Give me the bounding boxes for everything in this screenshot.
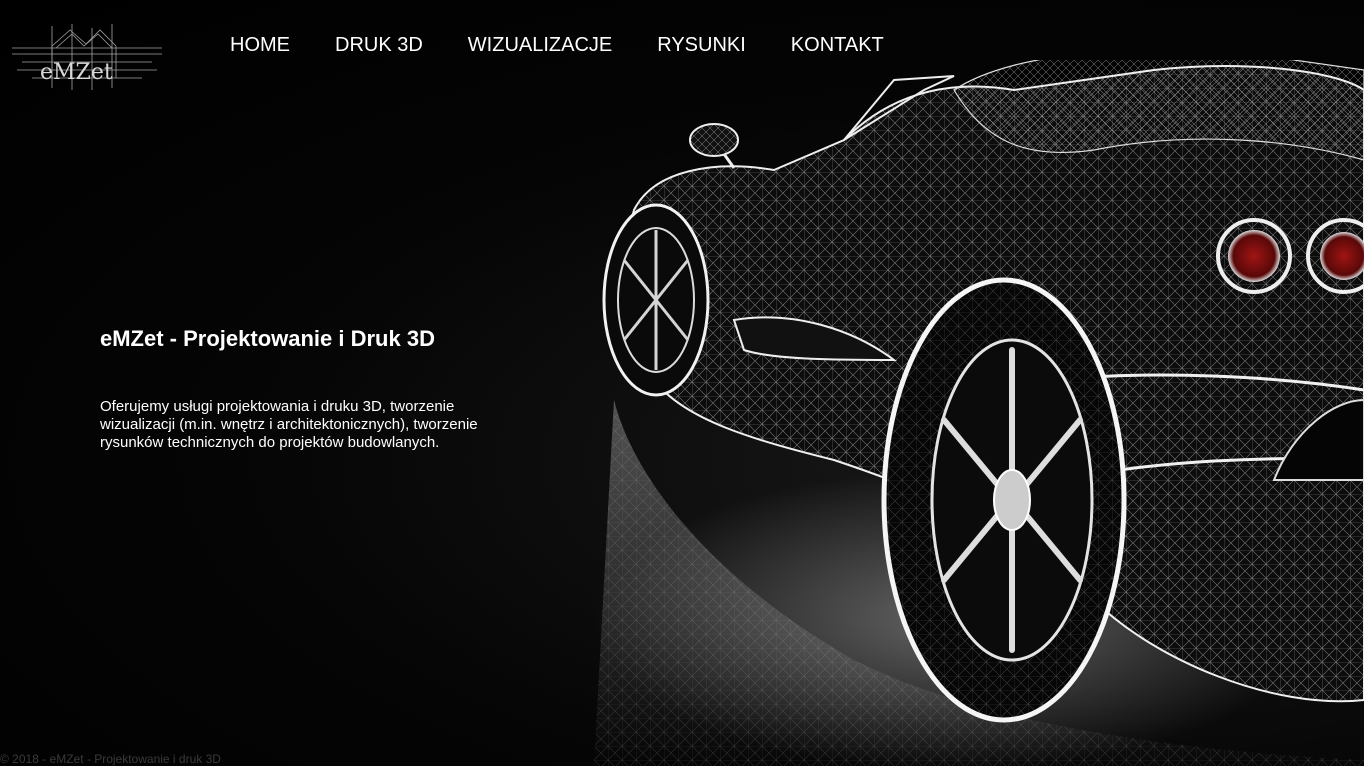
nav-item-home[interactable]: HOME — [230, 33, 290, 57]
logo[interactable]: eMZet — [12, 18, 162, 94]
main-nav: HOME DRUK 3D WIZUALIZACJE RYSUNKI KONTAK… — [230, 33, 929, 57]
page: eMZet HOME DRUK 3D WIZUALIZACJE RYSUNKI … — [0, 0, 1364, 766]
nav-item-druk-3d[interactable]: DRUK 3D — [335, 33, 423, 57]
hero-car-image — [594, 60, 1364, 766]
wireframe-sports-car-image — [594, 60, 1364, 766]
intro-text: Oferujemy usługi projektowania i druku 3… — [100, 398, 478, 451]
nav-item-wizualizacje[interactable]: WIZUALIZACJE — [468, 33, 612, 57]
logo-text: eMZet — [40, 60, 113, 85]
nav-item-rysunki[interactable]: RYSUNKI — [657, 33, 746, 57]
footer-copyright: © 2018 - eMZet - Projektowanie i druk 3D — [0, 752, 221, 766]
nav-item-kontakt[interactable]: KONTAKT — [791, 33, 884, 57]
page-title: eMZet - Projektowanie i Druk 3D — [100, 326, 435, 351]
